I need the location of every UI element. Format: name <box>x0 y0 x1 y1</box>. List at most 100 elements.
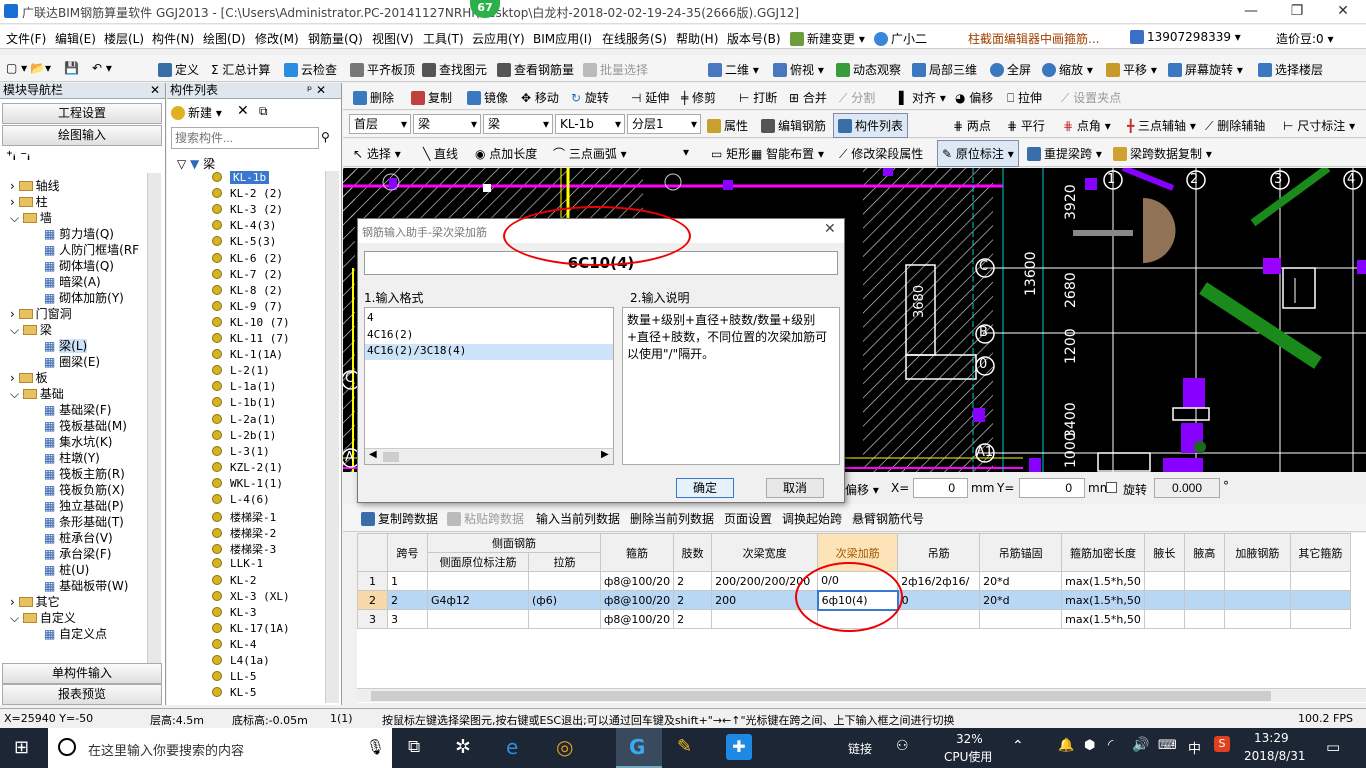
parallel-button[interactable]: ⋕ 平行 <box>1007 117 1045 134</box>
taskbar-search-box[interactable]: 在这里输入你要搜索的内容 🎙 <box>48 728 392 768</box>
nav-tree-item[interactable]: ▦ 集水坑(K) <box>44 433 112 449</box>
rotate-button[interactable]: ↻ 旋转 <box>571 89 609 106</box>
nav-tree-item[interactable]: ▦ 筏板基础(M) <box>44 417 127 433</box>
format-item-0[interactable]: 4 <box>367 311 611 327</box>
table-cell[interactable] <box>897 609 981 629</box>
dimension-button[interactable]: ⊢ 尺寸标注 ▾ <box>1283 117 1355 134</box>
menu-rebar[interactable]: 钢筋量(Q) <box>308 30 363 47</box>
nav-tree-item[interactable]: ▦ 人防门框墙(RF <box>44 241 139 257</box>
expand-chevron-icon[interactable]: › <box>10 307 19 321</box>
table-cell[interactable]: ф8@100/20 <box>599 590 675 610</box>
table-cell[interactable] <box>1223 609 1291 629</box>
table-cell[interactable] <box>1183 590 1225 610</box>
menu-modify[interactable]: 修改(M) <box>255 30 299 47</box>
line-button[interactable]: ╲ 直线 <box>423 145 458 162</box>
x-offset-input[interactable] <box>913 478 968 498</box>
dynamic-view-button[interactable]: 动态观察 <box>836 61 901 78</box>
break-button[interactable]: ⊢ 打断 <box>739 89 777 106</box>
edit-rebar-button[interactable]: 编辑钢筋 <box>761 117 826 134</box>
nav-tree-item[interactable]: › 门窗洞 <box>10 305 72 321</box>
dialog-close-icon[interactable]: ✕ <box>824 221 836 237</box>
define-button[interactable]: 定义 <box>158 61 199 78</box>
table-cell[interactable] <box>427 609 529 629</box>
rectangle-button[interactable]: ▭ 矩形 <box>711 145 750 162</box>
set-grip-button[interactable]: ⟋ 设置夹点 <box>1061 89 1121 106</box>
table-cell[interactable]: 2ф16/2ф16/ <box>897 571 981 591</box>
2d-view-select[interactable]: 二维 ▾ <box>708 61 759 78</box>
menu-new-change[interactable]: 新建变更 ▾ <box>790 30 865 47</box>
component-list-item[interactable]: WKL-1(1) <box>212 477 283 493</box>
component-list-item[interactable]: L-2(1) <box>212 364 270 380</box>
component-list-item[interactable]: L-1a(1) <box>212 380 276 396</box>
rotate-angle-input[interactable] <box>1154 478 1220 498</box>
table-cell[interactable] <box>1183 609 1225 629</box>
copy-button[interactable]: 复制 <box>411 89 452 106</box>
reextract-span-button[interactable]: 重提梁跨 ▾ <box>1027 145 1102 162</box>
col-header-hanger-anchor[interactable]: 吊筋锚固 <box>979 533 1063 572</box>
col-header-dense-length[interactable]: 箍筋加密长度 <box>1061 533 1145 572</box>
expand-collapse-icon[interactable]: ⁺ᵢ ⁻ᵢ <box>6 149 30 164</box>
component-list-item[interactable]: KL-4(3) <box>212 219 276 235</box>
ok-button[interactable]: 确定 <box>676 478 734 498</box>
point-length-button[interactable]: ◉ 点加长度 <box>475 145 537 162</box>
table-cell[interactable] <box>528 609 601 629</box>
modify-span-props-button[interactable]: ⟋ 修改梁段属性 <box>839 145 923 162</box>
table-cell[interactable]: (ф6) <box>528 590 601 610</box>
single-component-input-button[interactable]: 单构件输入 <box>2 663 162 684</box>
table-cell[interactable]: G4ф12 <box>427 590 529 610</box>
find-element-button[interactable]: 查找图元 <box>422 61 487 78</box>
expand-chevron-icon[interactable]: › <box>10 179 19 193</box>
col-header-sec-beam-width[interactable]: 次梁宽度 <box>711 533 819 572</box>
component-list-item[interactable]: KL-1b <box>212 171 270 187</box>
edge-browser-icon[interactable]: e <box>506 735 518 759</box>
nav-tree-item[interactable]: ▦ 梁(L) <box>44 337 88 353</box>
engineering-settings-button[interactable]: 工程设置 <box>2 103 162 124</box>
select-floor-button[interactable]: 选择楼层 <box>1258 61 1323 78</box>
stretch-button[interactable]: ⎕ 拉伸 <box>1007 89 1042 106</box>
component-list-item[interactable]: KL-6 (2) <box>212 252 283 268</box>
report-preview-button[interactable]: 报表预览 <box>2 684 162 705</box>
collapse-chevron-icon[interactable]: ⌵ <box>10 387 23 401</box>
col-header-side-annotation[interactable]: 侧面原位标注筋 <box>427 552 529 572</box>
col-header-stirrup[interactable]: 箍筋 <box>599 533 675 572</box>
plus-app-icon[interactable]: ✚ <box>726 734 752 760</box>
task-view-icon[interactable]: ⧉ <box>408 737 420 757</box>
format-list-scrollbar[interactable]: ◀ ▶ <box>365 448 613 464</box>
table-cell[interactable]: 2 <box>673 590 713 610</box>
component-list-item[interactable]: KL-8 (2) <box>212 284 283 300</box>
close-button[interactable]: ✕ <box>1320 0 1366 24</box>
table-cell[interactable] <box>427 571 529 591</box>
page-setup-button[interactable]: 页面设置 <box>724 510 772 527</box>
three-point-arc-button[interactable]: ⌒ 三点画弧 ▾ <box>553 145 627 162</box>
move-button[interactable]: ✥ 移动 <box>521 89 559 106</box>
component-list-item[interactable]: XL-3 (XL) <box>212 590 290 606</box>
collapse-chevron-icon[interactable]: ⌵ <box>10 611 23 625</box>
notes-app-icon[interactable]: ✎ <box>677 736 692 757</box>
table-cell[interactable] <box>1143 590 1185 610</box>
table-cell[interactable]: 20*d <box>979 571 1063 591</box>
table-cell[interactable]: 0 <box>897 590 981 610</box>
nav-tree-item[interactable]: ▦ 条形基础(T) <box>44 513 124 529</box>
windows-start-icon[interactable]: ⊞ <box>14 737 29 758</box>
col-header-other-stirrup[interactable]: 其它箍筋 <box>1289 533 1351 572</box>
table-cell[interactable]: 2 <box>673 571 713 591</box>
glodon-app-taskbar-button[interactable]: G <box>616 728 662 768</box>
nav-tree-item[interactable]: ▦ 筏板主筋(R) <box>44 465 125 481</box>
nav-tree-item[interactable]: ▦ 桩承台(V) <box>44 529 113 545</box>
delete-button[interactable]: 删除 <box>353 89 394 106</box>
menu-view[interactable]: 视图(V) <box>372 30 414 47</box>
pan-select[interactable]: 平移 ▾ <box>1106 61 1157 78</box>
local-3d-button[interactable]: 局部三维 <box>912 61 977 78</box>
nav-tree-item[interactable]: ▦ 独立基础(P) <box>44 497 124 513</box>
align-slab-top-button[interactable]: 平齐板顶 <box>350 61 415 78</box>
table-h-scrollbar[interactable] <box>357 688 1366 702</box>
microphone-icon[interactable]: 🎙 <box>366 738 385 756</box>
view-rebar-button[interactable]: 查看钢筋量 <box>497 61 574 78</box>
point-angle-button[interactable]: ⋕ 点角 ▾ <box>1063 117 1111 134</box>
menu-assistant[interactable]: 广小二 <box>874 30 927 47</box>
nav-tree-item[interactable]: ▦ 承台梁(F) <box>44 545 111 561</box>
component-list-item[interactable]: KL-1(1A) <box>212 348 283 364</box>
menu-bim[interactable]: BIM应用(I) <box>533 30 592 47</box>
rotate-checkbox[interactable] <box>1106 482 1117 493</box>
col-header-tie-bar[interactable]: 拉筋 <box>528 552 601 572</box>
